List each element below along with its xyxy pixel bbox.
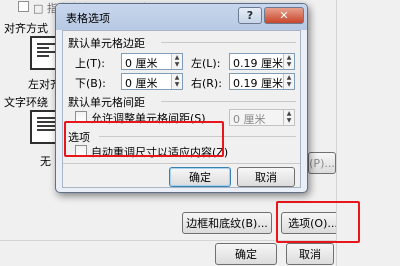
top-margin-label: 上(T): — [75, 57, 106, 70]
right-margin-value: 0.19 厘米 — [233, 77, 283, 90]
align-left-icon — [37, 43, 55, 59]
spinner-arrows-icon[interactable]: ▲ ▼ — [283, 54, 294, 69]
spinner-arrows-icon[interactable]: ▲ ▼ — [283, 74, 294, 89]
auto-resize-highlight — [64, 121, 224, 157]
bottom-margin-spinner[interactable]: 0 厘米 ▲ ▼ — [121, 73, 183, 90]
bottom-margin-label: 下(B): — [75, 77, 106, 90]
wrap-none-label: 无 — [40, 155, 51, 168]
spacing-section-label: 默认单元格间距 — [68, 96, 145, 109]
ok-button[interactable]: 确定 — [215, 243, 277, 265]
positioning-button[interactable]: (P)... — [308, 152, 336, 174]
help-icon[interactable]: ? — [238, 7, 262, 24]
spacing-section-rule — [161, 101, 296, 102]
spinner-arrows-icon[interactable]: ▲ ▼ — [171, 74, 182, 89]
dialog-title: 表格选项 — [66, 12, 110, 25]
title-bar: 表格选项 ? ✕ — [56, 4, 307, 30]
top-margin-spinner[interactable]: 0 厘米 ▲ ▼ — [121, 53, 183, 70]
borders-shading-button[interactable]: 边框和底纹(B)... — [182, 212, 272, 234]
margins-section-label: 默认单元格边距 — [68, 37, 145, 50]
options-button-highlight — [276, 201, 360, 243]
close-icon[interactable]: ✕ — [264, 7, 304, 24]
left-margin-value: 0.19 厘米 — [233, 57, 283, 70]
cancel-button[interactable]: 取消 — [286, 243, 334, 265]
footer-rule — [63, 163, 300, 164]
text-wrap-label: 文字环绕 — [4, 96, 48, 109]
margins-section-rule — [161, 42, 296, 43]
right-margin-spinner[interactable]: 0.19 厘米 ▲ ▼ — [229, 73, 295, 90]
top-margin-value: 0 厘米 — [125, 57, 158, 70]
right-margin-label: 右(R): — [191, 77, 222, 90]
wrap-none-icon — [37, 117, 55, 133]
left-margin-spinner[interactable]: 0.19 厘米 ▲ ▼ — [229, 53, 295, 70]
spinner-arrows-icon[interactable]: ▲ ▼ — [283, 110, 294, 125]
bottom-margin-value: 0 厘米 — [125, 77, 158, 90]
dialog-ok-button[interactable]: 确定 — [169, 167, 231, 187]
preferred-width-checkbox[interactable] — [18, 1, 29, 12]
dialog-body: 默认单元格边距 上(T): 0 厘米 ▲ ▼ 左(L): 0.19 厘米 ▲ ▼ 下… — [62, 30, 301, 188]
spacing-value: 0 厘米 — [233, 113, 266, 126]
spacing-spinner[interactable]: 0 厘米 ▲ ▼ — [229, 109, 295, 126]
spinner-arrows-icon[interactable]: ▲ ▼ — [171, 54, 182, 69]
table-options-dialog: 表格选项 ? ✕ 默认单元格边距 上(T): 0 厘米 ▲ ▼ 左(L): 0.1… — [55, 3, 308, 193]
dialog-cancel-button[interactable]: 取消 — [237, 167, 295, 187]
left-margin-label: 左(L): — [191, 57, 221, 70]
alignment-label: 对齐方式 — [4, 22, 48, 35]
